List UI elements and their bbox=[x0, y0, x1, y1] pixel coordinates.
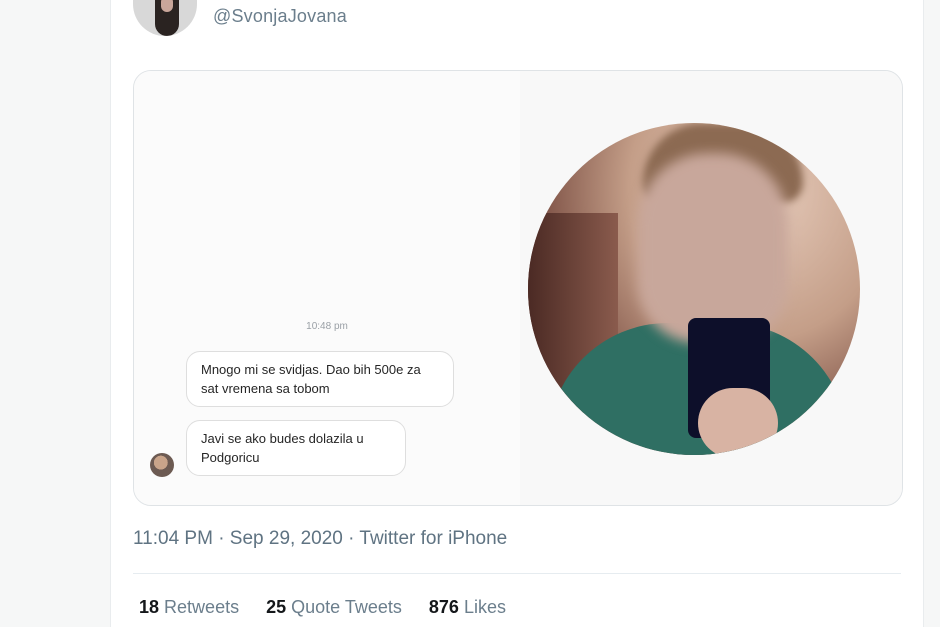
quote-tweets-count: 25 bbox=[266, 597, 287, 617]
likes-stat[interactable]: 876 Likes bbox=[429, 597, 506, 617]
profile-photo-panel bbox=[520, 71, 902, 505]
profile-photo bbox=[528, 123, 860, 455]
chat-screenshot: 10:48 pm Mnogo mi se svidjas. Dao bih 50… bbox=[134, 71, 520, 505]
chat-avatar bbox=[150, 453, 174, 477]
chat-message: Mnogo mi se svidjas. Dao bih 500e za sat… bbox=[186, 351, 454, 407]
tweet-stats: 18 Retweets 25 Quote Tweets 876 Likes bbox=[139, 597, 528, 618]
tweet-media-image[interactable]: 10:48 pm Mnogo mi se svidjas. Dao bih 50… bbox=[133, 70, 903, 506]
avatar-face bbox=[161, 0, 173, 12]
quote-tweets-label: Quote Tweets bbox=[291, 597, 402, 617]
user-handle[interactable]: @SvonjaJovana bbox=[213, 6, 347, 27]
photo-blurred-face bbox=[638, 153, 788, 343]
chat-timestamp: 10:48 pm bbox=[306, 321, 348, 332]
tweet-timestamp[interactable]: 11:04 PM · Sep 29, 2020 · Twitter for iP… bbox=[133, 528, 507, 550]
retweets-label: Retweets bbox=[164, 597, 240, 617]
photo-hand bbox=[698, 388, 778, 455]
likes-count: 876 bbox=[428, 597, 459, 617]
quote-tweets-stat[interactable]: 25 Quote Tweets bbox=[266, 597, 402, 617]
retweets-count: 18 bbox=[139, 597, 160, 617]
chat-message: Javi se ako budes dolazila u Podgoricu bbox=[186, 420, 406, 476]
user-avatar[interactable] bbox=[133, 0, 197, 36]
likes-label: Likes bbox=[463, 597, 506, 617]
tweet-card: @SvonjaJovana 10:48 pm Mnogo mi se svidj… bbox=[110, 0, 924, 627]
retweets-stat[interactable]: 18 Retweets bbox=[139, 597, 239, 617]
divider bbox=[133, 573, 901, 574]
